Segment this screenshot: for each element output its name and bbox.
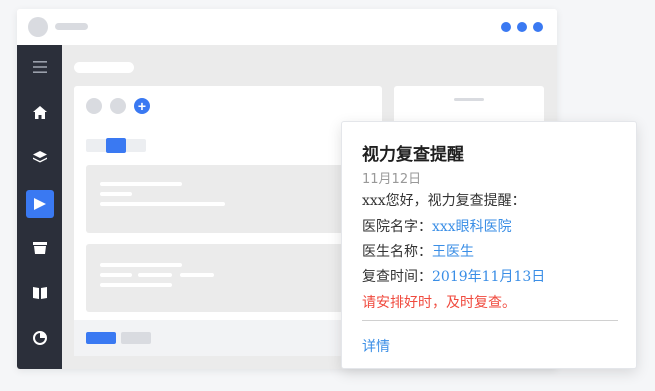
item-line bbox=[100, 202, 225, 206]
item-line bbox=[100, 182, 182, 186]
secondary-button[interactable] bbox=[121, 332, 151, 344]
time-value: 2019年11月13日 bbox=[432, 269, 546, 285]
page-title-placeholder bbox=[74, 62, 134, 73]
card-footer bbox=[74, 320, 382, 356]
details-link[interactable]: 详情 bbox=[362, 336, 390, 356]
hospital-label: 医院名字： bbox=[362, 219, 432, 235]
menu-icon[interactable] bbox=[26, 53, 54, 81]
item-line bbox=[180, 273, 214, 277]
home-icon[interactable] bbox=[26, 98, 54, 126]
notification-date: 11月12日 bbox=[362, 172, 422, 187]
notification-title: 视力复查提醒 bbox=[362, 145, 464, 165]
plus-icon[interactable]: + bbox=[134, 98, 150, 114]
divider bbox=[362, 320, 618, 321]
title-placeholder bbox=[55, 23, 88, 30]
side-card-title-placeholder bbox=[454, 98, 484, 101]
doctor-label: 医生名称： bbox=[362, 244, 432, 260]
top-bar bbox=[17, 9, 557, 45]
pie-chart-icon[interactable] bbox=[26, 324, 54, 352]
box-icon[interactable] bbox=[26, 234, 54, 262]
list-item[interactable] bbox=[86, 244, 376, 312]
list-item[interactable] bbox=[86, 165, 376, 233]
window-dot-3[interactable] bbox=[533, 22, 543, 32]
toolbar-circle-1[interactable] bbox=[86, 98, 102, 114]
window-dot-2[interactable] bbox=[517, 22, 527, 32]
active-tab[interactable] bbox=[106, 138, 126, 153]
item-line bbox=[100, 263, 182, 267]
window-dot-1[interactable] bbox=[501, 22, 511, 32]
hospital-value: xxx眼科医院 bbox=[432, 219, 512, 235]
item-line bbox=[100, 273, 132, 277]
primary-button[interactable] bbox=[86, 332, 116, 344]
book-icon[interactable] bbox=[26, 279, 54, 307]
notification-greeting: xxx您好，视力复查提醒： bbox=[362, 193, 526, 209]
play-icon[interactable] bbox=[26, 190, 54, 218]
item-line bbox=[100, 283, 172, 287]
time-label: 复查时间： bbox=[362, 269, 432, 285]
hospital-row: 医院名字：xxx眼科医院 bbox=[362, 216, 512, 236]
doctor-row: 医生名称：王医生 bbox=[362, 241, 474, 261]
avatar[interactable] bbox=[28, 17, 48, 37]
toolbar-circle-2[interactable] bbox=[110, 98, 126, 114]
doctor-value: 王医生 bbox=[432, 244, 474, 260]
notification-popup: 视力复查提醒 11月12日 xxx您好，视力复查提醒： 医院名字：xxx眼科医院… bbox=[341, 121, 637, 369]
sidebar bbox=[17, 45, 62, 369]
warning-text: 请安排好时，及时复查。 bbox=[362, 295, 516, 311]
layers-icon[interactable] bbox=[26, 143, 54, 171]
item-line bbox=[138, 273, 172, 277]
main-card: + bbox=[74, 86, 382, 356]
time-row: 复查时间：2019年11月13日 bbox=[362, 266, 545, 286]
item-line bbox=[100, 192, 132, 196]
